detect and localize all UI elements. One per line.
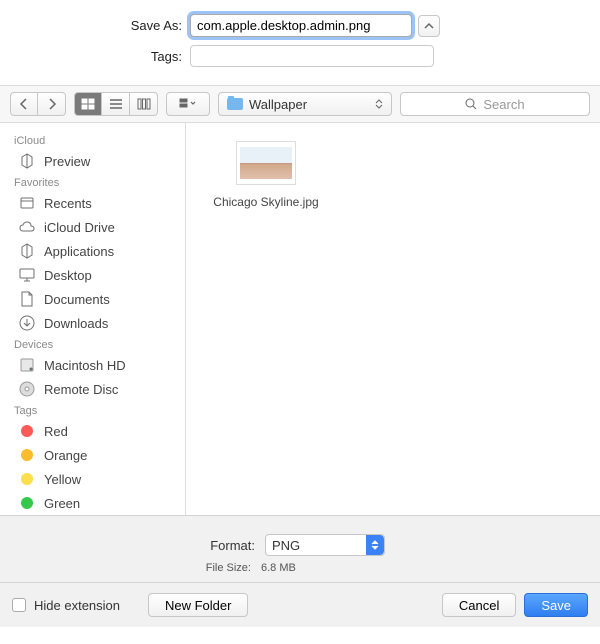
- collapse-toggle-button[interactable]: [418, 15, 440, 37]
- view-mode-group: [74, 92, 158, 116]
- dialog-footer: Hide extension New Folder Cancel Save: [0, 582, 600, 627]
- search-placeholder: Search: [483, 97, 524, 112]
- sidebar-item-label: Preview: [44, 154, 90, 169]
- recents-icon: [18, 194, 36, 212]
- save-as-label: Save As:: [0, 18, 190, 33]
- sidebar[interactable]: iCloud Preview Favorites Recents iCloud Driv…: [0, 123, 186, 515]
- sidebar-section-header: Favorites: [0, 173, 185, 191]
- sidebar-item[interactable]: Documents: [0, 287, 185, 311]
- new-folder-button[interactable]: New Folder: [148, 593, 248, 617]
- sidebar-item-label: Macintosh HD: [44, 358, 126, 373]
- location-dropdown[interactable]: Wallpaper: [218, 92, 392, 116]
- hide-extension-label: Hide extension: [34, 598, 120, 613]
- column-view-button[interactable]: [130, 92, 158, 116]
- cloud-icon: [18, 218, 36, 236]
- chevron-right-icon: [47, 98, 57, 110]
- tags-label: Tags:: [0, 49, 190, 64]
- group-by-button[interactable]: [166, 92, 210, 116]
- sidebar-item-label: Orange: [44, 448, 87, 463]
- tag-dot-icon: [18, 446, 36, 464]
- sidebar-item[interactable]: Downloads: [0, 311, 185, 335]
- format-label: Format:: [45, 538, 255, 553]
- app-icon: [18, 152, 36, 170]
- tag-dot-icon: [18, 422, 36, 440]
- list-icon: [109, 98, 123, 110]
- file-item[interactable]: Chicago Skyline.jpg: [206, 141, 326, 209]
- sidebar-item-label: Green: [44, 496, 80, 511]
- sidebar-item-label: iCloud Drive: [44, 220, 115, 235]
- back-button[interactable]: [10, 92, 38, 116]
- format-panel: Format: PNG File Size: 6.8 MB: [0, 515, 600, 582]
- sidebar-section-header: Tags: [0, 401, 185, 419]
- documents-icon: [18, 290, 36, 308]
- sidebar-item[interactable]: Macintosh HD: [0, 353, 185, 377]
- save-as-header: Save As: Tags:: [0, 0, 600, 85]
- hdd-icon: [18, 356, 36, 374]
- file-browser: iCloud Preview Favorites Recents iCloud Driv…: [0, 123, 600, 515]
- format-value: PNG: [272, 538, 300, 553]
- sidebar-item[interactable]: Remote Disc: [0, 377, 185, 401]
- sidebar-item-label: Yellow: [44, 472, 81, 487]
- sidebar-section-header: iCloud: [0, 131, 185, 149]
- sidebar-section-header: Devices: [0, 335, 185, 353]
- hide-extension-checkbox[interactable]: [12, 598, 26, 612]
- sidebar-item[interactable]: Applications: [0, 239, 185, 263]
- file-thumbnail: [236, 141, 296, 185]
- sidebar-item-label: Documents: [44, 292, 110, 307]
- search-icon: [465, 98, 477, 110]
- browser-toolbar: Wallpaper Search: [0, 85, 600, 123]
- sidebar-item[interactable]: Green: [0, 491, 185, 515]
- save-button[interactable]: Save: [524, 593, 588, 617]
- sidebar-item[interactable]: Yellow: [0, 467, 185, 491]
- filesize-value: 6.8 MB: [261, 562, 296, 574]
- location-label: Wallpaper: [249, 97, 307, 112]
- group-icon: [179, 98, 197, 110]
- sidebar-item[interactable]: iCloud Drive: [0, 215, 185, 239]
- list-view-button[interactable]: [102, 92, 130, 116]
- disc-icon: [18, 380, 36, 398]
- sidebar-item[interactable]: Orange: [0, 443, 185, 467]
- icon-view-button[interactable]: [74, 92, 102, 116]
- save-as-input[interactable]: [190, 14, 412, 37]
- cancel-button[interactable]: Cancel: [442, 593, 516, 617]
- tags-input[interactable]: [190, 45, 434, 67]
- tag-dot-icon: [18, 470, 36, 488]
- tag-dot-icon: [18, 494, 36, 512]
- forward-button[interactable]: [38, 92, 66, 116]
- sidebar-item-label: Red: [44, 424, 68, 439]
- format-select[interactable]: PNG: [265, 534, 385, 556]
- sidebar-item[interactable]: Recents: [0, 191, 185, 215]
- file-name: Chicago Skyline.jpg: [213, 195, 318, 209]
- sidebar-item-label: Applications: [44, 244, 114, 259]
- sidebar-item-label: Desktop: [44, 268, 92, 283]
- downloads-icon: [18, 314, 36, 332]
- filesize-label: File Size:: [0, 562, 251, 574]
- grid-icon: [81, 98, 95, 110]
- sidebar-item-label: Remote Disc: [44, 382, 118, 397]
- updown-icon: [366, 535, 384, 555]
- sidebar-item[interactable]: Preview: [0, 149, 185, 173]
- search-field[interactable]: Search: [400, 92, 590, 116]
- sidebar-item-label: Downloads: [44, 316, 108, 331]
- desktop-icon: [18, 266, 36, 284]
- sidebar-item[interactable]: Desktop: [0, 263, 185, 287]
- chevron-up-icon: [424, 21, 434, 31]
- sidebar-item-label: Recents: [44, 196, 92, 211]
- updown-icon: [375, 99, 383, 109]
- app-icon: [18, 242, 36, 260]
- folder-icon: [227, 98, 243, 110]
- columns-icon: [137, 98, 151, 110]
- nav-group: [10, 92, 66, 116]
- sidebar-item[interactable]: Red: [0, 419, 185, 443]
- chevron-left-icon: [19, 98, 29, 110]
- file-grid[interactable]: Chicago Skyline.jpg: [186, 123, 600, 515]
